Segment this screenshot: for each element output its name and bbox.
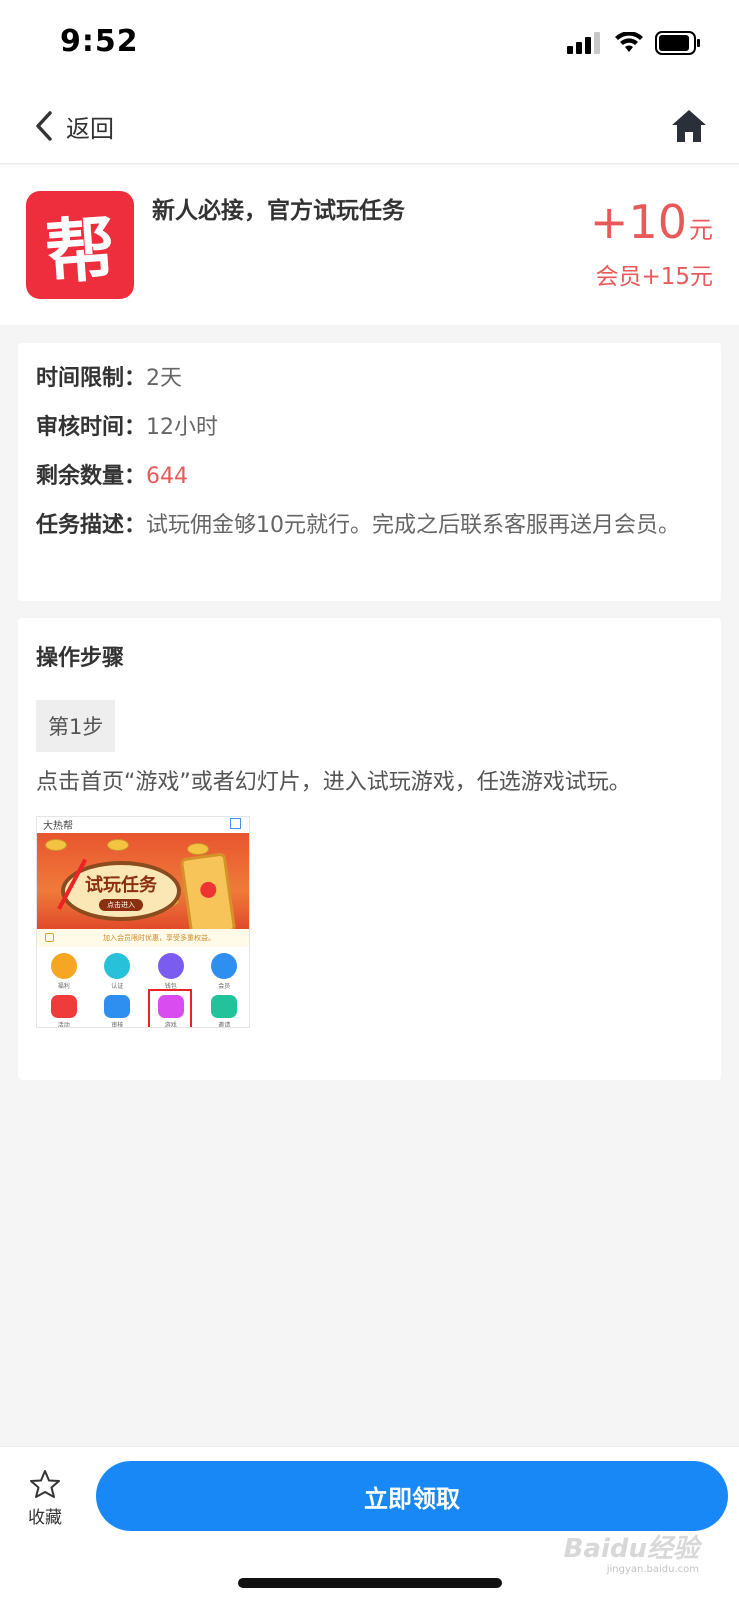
screenshot-grid-label: 审核 xyxy=(111,1022,124,1028)
app-logo: 帮 xyxy=(26,191,134,299)
screenshot-app-name-text: 大热帮 xyxy=(43,821,73,832)
coin-icon xyxy=(107,839,129,851)
screenshot-notice: 加入会员限时优惠，享受多重权益。 xyxy=(37,929,249,947)
app-function-icon xyxy=(50,953,77,979)
chevron-left-icon xyxy=(36,111,52,141)
home-indicator[interactable] xyxy=(238,1578,502,1588)
status-icons xyxy=(567,30,701,56)
screenshot-app-name: 大热帮 xyxy=(37,817,249,833)
back-label: 返回 xyxy=(66,114,114,143)
screenshot-banner: 试玩任务 点击进入 xyxy=(37,833,249,938)
screenshot-grid-label: 活动 xyxy=(57,1022,70,1028)
member-reward: 会员+15元 xyxy=(595,264,713,290)
screenshot-grid-item: 邀请 xyxy=(198,991,250,1028)
screenshot-grid-item: 审核 xyxy=(91,991,145,1028)
screenshot-grid-label: 会员 xyxy=(218,983,231,990)
status-time: 9:52 xyxy=(60,24,139,59)
time-limit-label: 时间限制： xyxy=(36,366,147,391)
screenshot-grid-label: 邀请 xyxy=(218,1022,231,1028)
app-function-icon xyxy=(157,953,184,979)
steps-card: 操作步骤 第1步 点击首页“游戏”或者幻灯片，进入试玩游戏，任选游戏试玩。 大热… xyxy=(18,618,721,1080)
bottom-bar: 收藏 立即领取 xyxy=(0,1446,739,1600)
signal-icon xyxy=(567,32,600,54)
speaker-icon xyxy=(45,933,54,942)
app-function-icon xyxy=(50,995,77,1018)
highlight-box xyxy=(148,989,192,1027)
watermark-logo: Baidu经验 xyxy=(563,1534,699,1564)
description-row: 任务描述：试玩佣金够10元就行。完成之后联系客服再送月会员。 xyxy=(36,508,703,544)
description-label: 任务描述： xyxy=(36,513,147,538)
screenshot-grid-item: 游戏 xyxy=(144,989,198,1027)
screenshot-grid-label: 福利 xyxy=(57,983,70,990)
remaining-value: 644 xyxy=(146,464,189,489)
status-bar: 9:52 xyxy=(0,0,739,88)
app-function-icon xyxy=(104,953,131,979)
checkbox-icon xyxy=(230,818,241,829)
review-time-value: 12小时 xyxy=(146,415,219,440)
review-time-label: 审核时间： xyxy=(36,415,147,440)
screenshot-grid-item: 活动 xyxy=(37,991,91,1028)
screenshot-grid-item: 福利 xyxy=(37,949,91,991)
task-header: 帮 新人必接，官方试玩任务 +10 元 会员+15元 xyxy=(0,165,739,325)
time-limit-row: 时间限制：2天 xyxy=(36,361,703,397)
screenshot-banner-button: 点击进入 xyxy=(99,899,143,911)
task-info-card: 时间限制：2天 审核时间：12小时 剩余数量：644 任务描述：试玩佣金够10元… xyxy=(18,343,721,601)
home-button[interactable] xyxy=(669,106,709,146)
app-function-icon xyxy=(211,995,238,1018)
step-screenshot[interactable]: 大热帮 试玩任务 点击进入 加入会员限时优惠，享受多重权益。 福利 认证 钱包会员活… xyxy=(36,816,250,1028)
favorite-button[interactable]: 收藏 xyxy=(22,1469,68,1528)
screenshot-grid-item: 会员 xyxy=(198,949,250,991)
step-badge: 第1步 xyxy=(36,700,116,752)
step-text: 点击首页“游戏”或者幻灯片，进入试玩游戏，任选游戏试玩。 xyxy=(36,770,631,795)
app-logo-char: 帮 xyxy=(42,207,119,294)
screenshot-grid-label: 认证 xyxy=(111,983,124,990)
screenshot-notice-text: 加入会员限时优惠，享受多重权益。 xyxy=(103,934,215,942)
back-button[interactable]: 返回 xyxy=(34,106,114,146)
watermark-url: jingyan.baidu.com xyxy=(606,1564,699,1575)
app-function-icon xyxy=(104,995,131,1018)
coin-icon xyxy=(45,839,67,851)
screenshot-grid-item: 认证 xyxy=(91,949,145,991)
app-function-icon xyxy=(211,953,238,979)
review-time-row: 审核时间：12小时 xyxy=(36,410,703,446)
phone-illustration xyxy=(179,852,237,938)
battery-icon xyxy=(655,31,700,55)
remaining-row: 剩余数量：644 xyxy=(36,459,703,495)
nav-bar: 返回 xyxy=(0,88,739,164)
task-title: 新人必接，官方试玩任务 xyxy=(152,198,405,224)
reward-unit: 元 xyxy=(689,216,713,244)
reward: +10 元 xyxy=(590,195,713,249)
favorite-label: 收藏 xyxy=(28,1508,62,1528)
screenshot-banner-title: 试玩任务 xyxy=(85,875,157,896)
steps-title: 操作步骤 xyxy=(36,646,125,671)
screenshot-icon-grid: 福利 认证 钱包会员活动 审核 游戏邀请 xyxy=(37,949,250,1028)
screenshot-grid-item: 钱包 xyxy=(144,949,198,991)
claim-button[interactable]: 立即领取 xyxy=(96,1461,728,1531)
home-icon xyxy=(672,110,706,142)
description-value: 试玩佣金够10元就行。完成之后联系客服再送月会员。 xyxy=(146,513,681,538)
star-icon xyxy=(30,1470,60,1498)
wifi-icon xyxy=(615,32,643,52)
reward-amount: +10 xyxy=(589,195,687,249)
coin-icon xyxy=(187,843,209,855)
remaining-label: 剩余数量： xyxy=(36,464,147,489)
time-limit-value: 2天 xyxy=(146,366,183,391)
